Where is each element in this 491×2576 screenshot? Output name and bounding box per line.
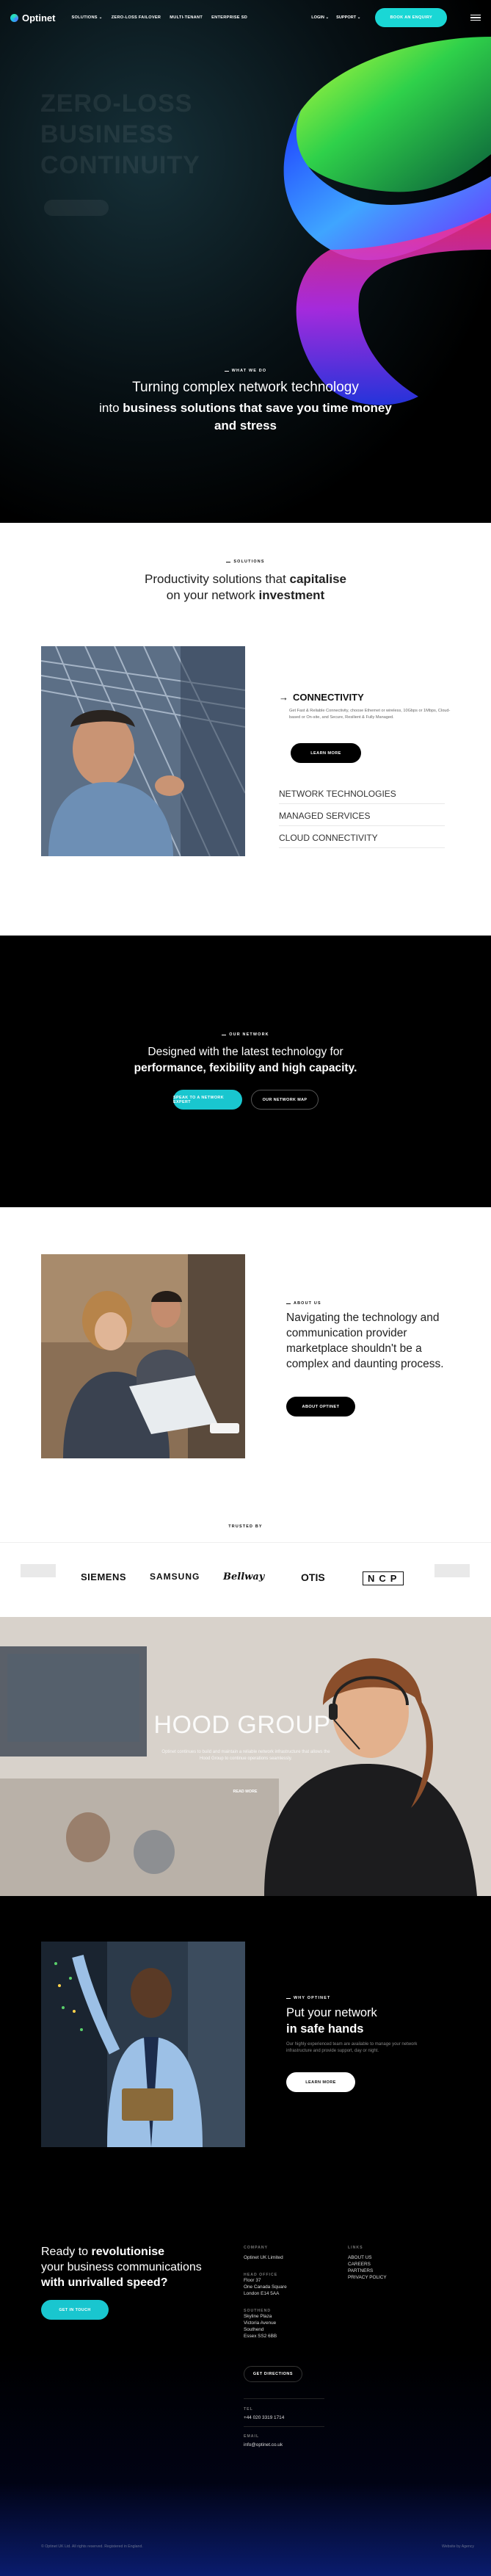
email-link[interactable]: info@optinet.co.uk	[244, 2442, 346, 2448]
hero-eyebrow: WHAT WE DO	[88, 369, 403, 373]
samsung-logo: SAMSUNG	[150, 1571, 200, 1582]
faded-logo	[434, 1564, 470, 1577]
connectivity-heading[interactable]: → CONNECTIVITY	[279, 692, 364, 703]
engineer-datacentre-photo	[41, 1942, 245, 2147]
technology-section: OUR NETWORK Designed with the latest tec…	[0, 936, 491, 1207]
hero-text: WHAT WE DO Turning complex network techn…	[88, 369, 403, 435]
hero-ghost-button	[44, 200, 109, 216]
divider	[244, 2426, 324, 2427]
read-more-button[interactable]: READ MORE	[225, 1785, 266, 1798]
footer-contact: TEL +44 020 3319 1714 EMAIL info@optinet…	[244, 2407, 346, 2448]
safe-hands-section: WHY OPTINET Put your network in safe han…	[0, 1896, 491, 2203]
technology-title: Designed with the latest technology for …	[134, 1046, 357, 1074]
hero-section: ZERO-LOSS BUSINESS CONTINUITY WHAT WE DO…	[0, 0, 491, 523]
footer-links-column: LINKS ABOUT US CAREERS PARTNERS PRIVACY …	[348, 2246, 421, 2281]
ncp-logo: NCP	[363, 1571, 404, 1585]
hero-ghost-heading: ZERO-LOSS BUSINESS CONTINUITY	[40, 88, 200, 181]
hero-ghost-line: ZERO-LOSS	[40, 90, 193, 117]
network-expert-button[interactable]: SPEAK TO A NETWORK EXPERT	[173, 1090, 242, 1110]
chevron-down-icon: ⌄	[357, 15, 361, 20]
solution-cloud-connectivity[interactable]: CLOUD CONNECTIVITY	[279, 833, 445, 848]
arrow-right-icon: →	[279, 692, 288, 703]
dash-icon	[286, 1303, 291, 1304]
faded-logo	[21, 1564, 56, 1577]
footer-link-careers[interactable]: CAREERS	[348, 2261, 421, 2268]
nav-zero-loss[interactable]: ZERO-LOSS FAILOVER	[112, 15, 161, 20]
learn-more-button[interactable]: LEARN MORE	[291, 743, 361, 763]
case-study-description: Optinet continues to build and maintain …	[161, 1750, 330, 1761]
main-menu: SOLUTIONS ⌄ ZERO-LOSS FAILOVER MULTI-TEN…	[72, 15, 248, 20]
technician-server-photo	[41, 646, 245, 856]
book-enquiry-button[interactable]: BOOK AN ENQUIRY	[375, 8, 447, 27]
technology-eyebrow: OUR NETWORK	[0, 1032, 491, 1037]
chevron-down-icon: ⌄	[98, 15, 103, 20]
nav-login[interactable]: LOGIN ⌄	[311, 15, 329, 20]
nav-enterprise[interactable]: ENTERPRISE SD	[211, 15, 247, 20]
solution-network-technologies[interactable]: NETWORK TECHNOLOGIES	[279, 789, 445, 804]
hero-ghost-line: CONTINUITY	[40, 151, 200, 179]
trusted-eyebrow: TRUSTED BY	[228, 1524, 263, 1529]
solution-managed-services[interactable]: MANAGED SERVICES	[279, 811, 445, 826]
about-eyebrow: ABOUT US	[286, 1301, 321, 1306]
top-nav: Optinet SOLUTIONS ⌄ ZERO-LOSS FAILOVER M…	[0, 0, 491, 35]
hero-line-1: Turning complex network technology	[132, 380, 359, 395]
get-in-touch-button[interactable]: GET IN TOUCH	[41, 2300, 109, 2320]
trusted-by-section: TRUSTED BY SIEMENS SAMSUNG Bellway OTIS …	[0, 1516, 491, 1617]
optinet-logo[interactable]: Optinet	[10, 12, 56, 23]
nav-support[interactable]: SUPPORT ⌄	[336, 15, 360, 20]
copyright-text: © Optinet UK Ltd. All rights reserved. R…	[41, 2544, 143, 2549]
about-text: Navigating the technology and communicat…	[286, 1311, 444, 1370]
bellway-logo: Bellway	[223, 1571, 265, 1582]
solutions-eyebrow: SOLUTIONS	[0, 560, 491, 564]
hero-ribbon-art	[283, 37, 491, 405]
solutions-title: Productivity solutions that capitalise o…	[145, 572, 346, 602]
case-study-title: HOOD GROUP	[153, 1711, 331, 1739]
chevron-down-icon: ⌄	[325, 15, 330, 20]
logo-mark-icon	[10, 13, 18, 22]
divider	[0, 1542, 491, 1543]
hero-line-2: into business solutions that save you ti…	[99, 401, 392, 433]
network-map-button[interactable]: OUR NETWORK MAP	[251, 1090, 319, 1110]
otis-logo: OTIS	[301, 1571, 325, 1583]
about-optinet-button[interactable]: ABOUT OPTINET	[286, 1397, 355, 1417]
footer-link-partners[interactable]: PARTNERS	[348, 2268, 421, 2274]
nav-multi-tenant[interactable]: MULTI-TENANT	[170, 15, 203, 20]
divider	[244, 2398, 324, 2399]
solutions-section: SOLUTIONS Productivity solutions that ca…	[0, 523, 491, 936]
footer-title: Ready to revolutionise your business com…	[41, 2246, 202, 2289]
footer-link-about[interactable]: ABOUT US	[348, 2254, 421, 2261]
siemens-logo: SIEMENS	[81, 1571, 127, 1582]
nav-solutions[interactable]: SOLUTIONS ⌄	[72, 15, 103, 20]
safe-hands-learn-more-button[interactable]: LEARN MORE	[286, 2072, 355, 2092]
nav-right: LOGIN ⌄ SUPPORT ⌄ BOOK AN ENQUIRY	[311, 8, 481, 27]
case-study-section: HOOD GROUP Optinet continues to build an…	[0, 1617, 491, 1896]
safe-hands-eyebrow: WHY OPTINET	[286, 1996, 331, 2000]
team-meeting-photo	[41, 1254, 245, 1458]
dash-icon	[286, 1997, 291, 1999]
about-section: ABOUT US Navigating the technology and c…	[0, 1207, 491, 1516]
phone-link[interactable]: +44 020 3319 1714	[244, 2414, 346, 2421]
footer-link-privacy[interactable]: PRIVACY POLICY	[348, 2274, 421, 2281]
safe-hands-description: Our highly experienced team are availabl…	[286, 2042, 418, 2053]
footer-company-column: COMPANY Optinet UK Limited HEAD OFFICE F…	[244, 2246, 287, 2339]
footer: Ready to revolutionise your business com…	[0, 2203, 491, 2576]
hamburger-icon[interactable]	[470, 15, 481, 21]
connectivity-description: Get Fast & Reliable Connectivity, choose…	[289, 709, 451, 720]
credit-link[interactable]: Website by Agency	[415, 2544, 474, 2550]
dash-icon	[224, 370, 229, 372]
safe-hands-title: Put your network in safe hands	[286, 2006, 377, 2036]
get-directions-button[interactable]: GET DIRECTIONS	[244, 2366, 302, 2382]
hero-ghost-line: BUSINESS	[40, 120, 174, 148]
